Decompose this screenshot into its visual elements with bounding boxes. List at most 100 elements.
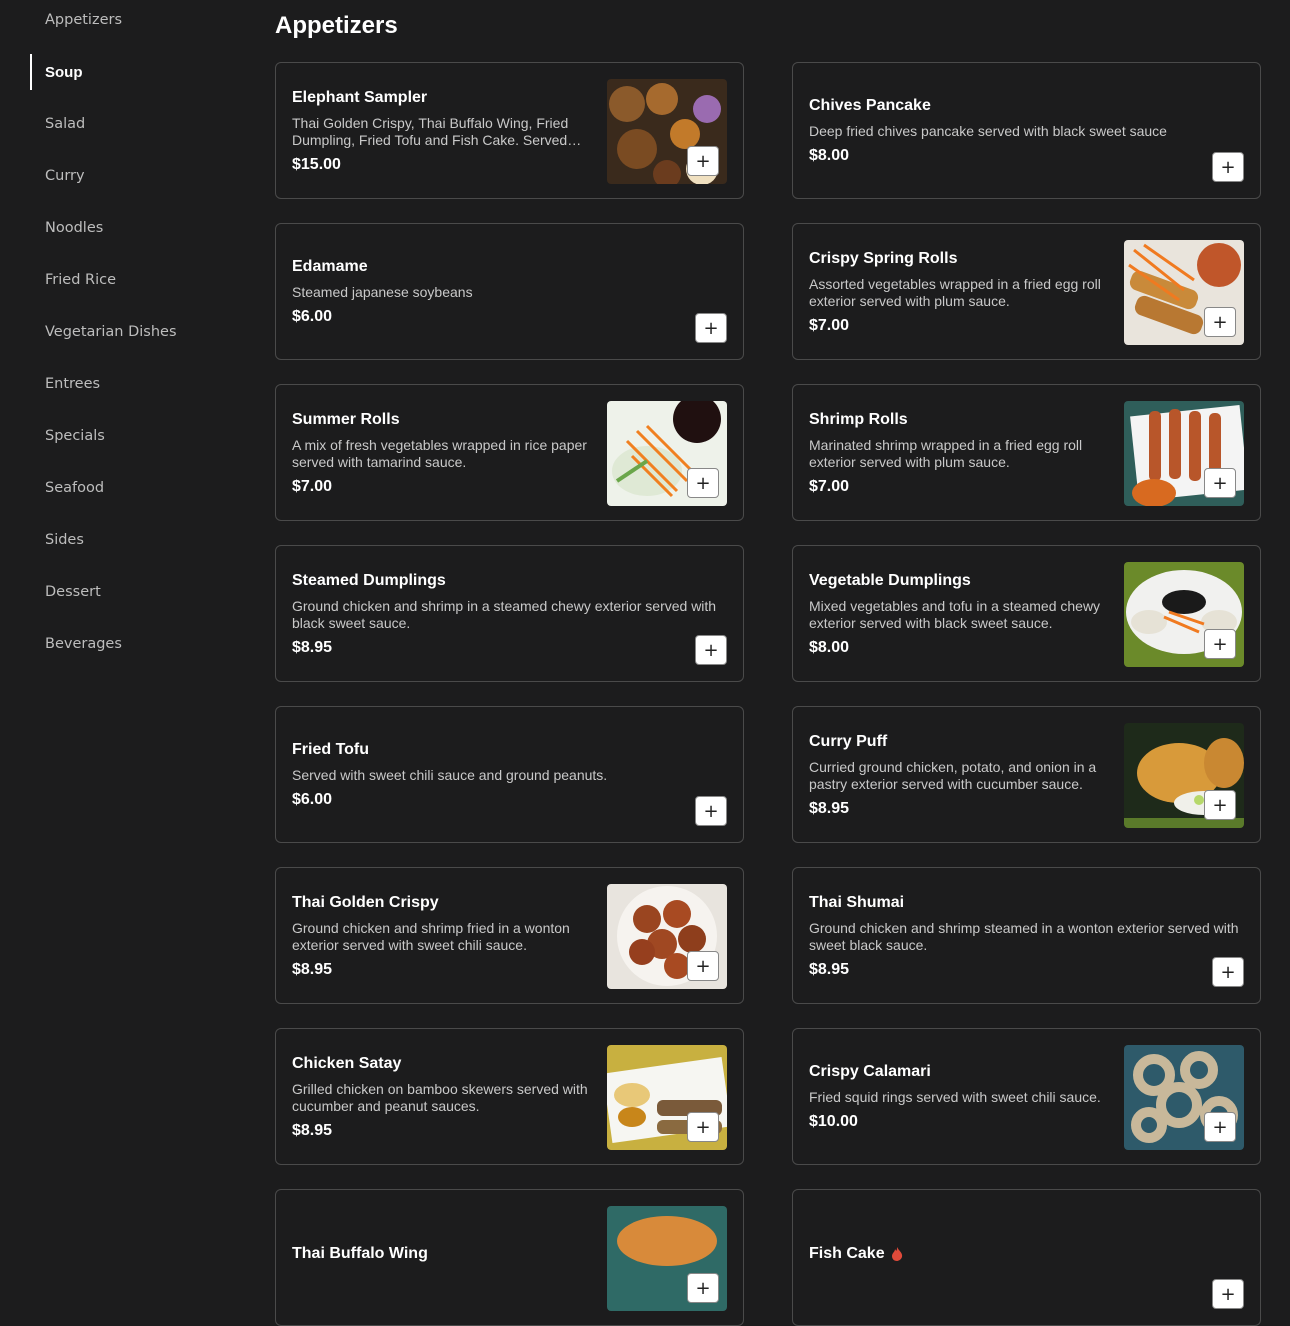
sidebar-item-beverages[interactable]: Beverages [30,626,230,662]
sidebar-item-fried-rice[interactable]: Fried Rice [30,262,230,298]
sidebar-item-noodles[interactable]: Noodles [30,210,230,246]
menu-item-photo: + [607,1206,727,1311]
menu-item-name-text: Fried Tofu [292,741,370,758]
menu-item-name: Chives Pancake [809,96,1244,115]
sidebar-item-seafood[interactable]: Seafood [30,470,230,506]
menu-item-name: Fish Cake [809,1244,1244,1263]
menu-item-description: Served with sweet chili sauce and ground… [292,767,608,783]
menu-item-photo: + [607,1045,727,1150]
menu-item-name-text: Curry Puff [809,732,888,750]
sidebar-item-sides[interactable]: Sides [30,522,230,558]
add-to-cart-button[interactable]: + [1204,629,1236,659]
menu-item-description: Steamed japanese soybeans [292,284,473,300]
sidebar-item-entrees[interactable]: Entrees [30,366,230,402]
add-to-cart-button[interactable]: + [1212,957,1244,987]
menu-item-name: Crispy Calamari [809,1062,1108,1081]
menu-item-card[interactable]: Shrimp Rolls Marinated shrimp wrapped in … [792,384,1261,521]
menu-item-description: Thai Golden Crispy, Thai Buffalo Wing, F… [292,114,569,148]
menu-item-name: Shrimp Rolls [809,410,1108,429]
sidebar-item-salad[interactable]: Salad [30,106,230,142]
menu-item-photo: + [1124,401,1244,506]
menu-item-name: Elephant Sampler [292,88,591,107]
menu-item-description: Marinated shrimp wrapped in a fried egg … [809,436,1083,470]
menu-item-price: $6.00 [292,308,333,325]
menu-item-name-text: Chicken Satay [292,1054,402,1072]
menu-item-description: Grilled chicken on bamboo skewers served… [292,1080,588,1114]
menu-item-price: $7.00 [809,477,850,495]
menu-item-name-text: Thai Shumai [809,893,905,911]
menu-item-price: $15.00 [292,155,341,173]
spicy-flame-icon [891,1246,903,1261]
menu-item-name: Thai Golden Crispy [292,893,591,912]
menu-item-price: $10.00 [809,1113,858,1130]
add-to-cart-button[interactable]: + [695,796,727,826]
menu-item-name-text: Elephant Sampler [292,88,428,106]
menu-item-photo: + [607,401,727,506]
menu-item-name-text: Crispy Spring Rolls [809,249,958,267]
menu-item-price: $8.95 [292,960,333,978]
add-to-cart-button[interactable]: + [1204,307,1236,337]
menu-item-card[interactable]: Edamame Steamed japanese soybeans $6.00 + [275,223,744,360]
sidebar-item-specials[interactable]: Specials [30,418,230,454]
menu-item-photo: + [1124,240,1244,345]
menu-item-name: Vegetable Dumplings [809,571,1108,590]
menu-item-card[interactable]: Chicken Satay Grilled chicken on bamboo s… [275,1028,744,1165]
menu-item-card[interactable]: Thai Shumai Ground chicken and shrimp ste… [792,867,1261,1004]
menu-item-card[interactable]: Thai Golden Crispy Ground chicken and shr… [275,867,744,1004]
menu-item-name-text: Fish Cake [809,1245,885,1262]
menu-item-card[interactable]: Fried Tofu Served with sweet chili sauce … [275,706,744,843]
menu-item-price: $8.95 [292,1121,333,1139]
menu-item-card[interactable]: Steamed Dumplings Ground chicken and shri… [275,545,744,682]
menu-item-card[interactable]: Chives Pancake Deep fried chives pancake … [792,62,1261,199]
menu-item-photo: + [607,884,727,989]
menu-item-card[interactable]: Fish Cake + [792,1189,1261,1326]
menu-item-card[interactable]: Crispy Calamari Fried squid rings served … [792,1028,1261,1165]
menu-item-price: $8.00 [809,147,850,164]
add-to-cart-button[interactable]: + [1212,152,1244,182]
add-to-cart-button[interactable]: + [687,468,719,498]
add-to-cart-button[interactable]: + [1204,468,1236,498]
add-to-cart-button[interactable]: + [1212,1279,1244,1309]
menu-item-price: $8.95 [292,638,333,656]
menu-item-name-text: Edamame [292,258,368,275]
menu-item-card[interactable]: Crispy Spring Rolls Assorted vegetables w… [792,223,1261,360]
menu-item-name-text: Vegetable Dumplings [809,571,971,589]
add-to-cart-button[interactable]: + [1204,1112,1236,1142]
menu-item-name-text: Steamed Dumplings [292,571,446,589]
add-to-cart-button[interactable]: + [687,1112,719,1142]
add-to-cart-button[interactable]: + [695,635,727,665]
menu-item-name-text: Crispy Calamari [809,1063,931,1080]
add-to-cart-button[interactable]: + [1204,790,1236,820]
add-to-cart-button[interactable]: + [687,1273,719,1303]
menu-item-card[interactable]: Elephant Sampler Thai Golden Crispy, Thai… [275,62,744,199]
menu-item-description: Fried squid rings served with sweet chil… [809,1089,1101,1105]
menu-item-name-text: Shrimp Rolls [809,410,908,428]
add-to-cart-button[interactable]: + [687,146,719,176]
sidebar-item-curry[interactable]: Curry [30,158,230,194]
sidebar-item-vegetarian-dishes[interactable]: Vegetarian Dishes [30,314,230,350]
sidebar-item-dessert[interactable]: Dessert [30,574,230,610]
menu-item-price: $7.00 [809,316,850,334]
add-to-cart-button[interactable]: + [687,951,719,981]
menu-item-name-text: Thai Buffalo Wing [292,1245,428,1262]
sidebar-item-soup[interactable]: Soup [30,54,230,90]
menu-item-name: Summer Rolls [292,410,591,429]
menu-item-description: Deep fried chives pancake served with bl… [809,123,1167,139]
menu-item-description: A mix of fresh vegetables wrapped in ric… [292,436,587,470]
add-to-cart-button[interactable]: + [695,313,727,343]
sidebar-item-appetizers[interactable]: Appetizers [30,2,230,38]
menu-item-photo: + [607,79,727,184]
menu-item-card[interactable]: Curry Puff Curried ground chicken, potato… [792,706,1261,843]
menu-item-card[interactable]: Thai Buffalo Wing + [275,1189,744,1326]
menu-item-card[interactable]: Vegetable Dumplings Mixed vegetables and … [792,545,1261,682]
menu-item-description: Mixed vegetables and tofu in a steamed c… [809,597,1101,631]
menu-item-name: Crispy Spring Rolls [809,249,1108,268]
menu-item-price: $8.95 [809,799,850,817]
menu-item-name: Steamed Dumplings [292,571,727,590]
menu-item-price: $8.00 [809,638,850,656]
menu-item-description: Curried ground chicken, potato, and onio… [809,758,1097,792]
menu-item-card[interactable]: Summer Rolls A mix of fresh vegetables wr… [275,384,744,521]
menu-item-price: $7.00 [292,477,333,495]
menu-item-description: Ground chicken and shrimp in a steamed c… [292,597,717,631]
menu-item-description: Ground chicken and shrimp steamed in a w… [809,919,1239,953]
